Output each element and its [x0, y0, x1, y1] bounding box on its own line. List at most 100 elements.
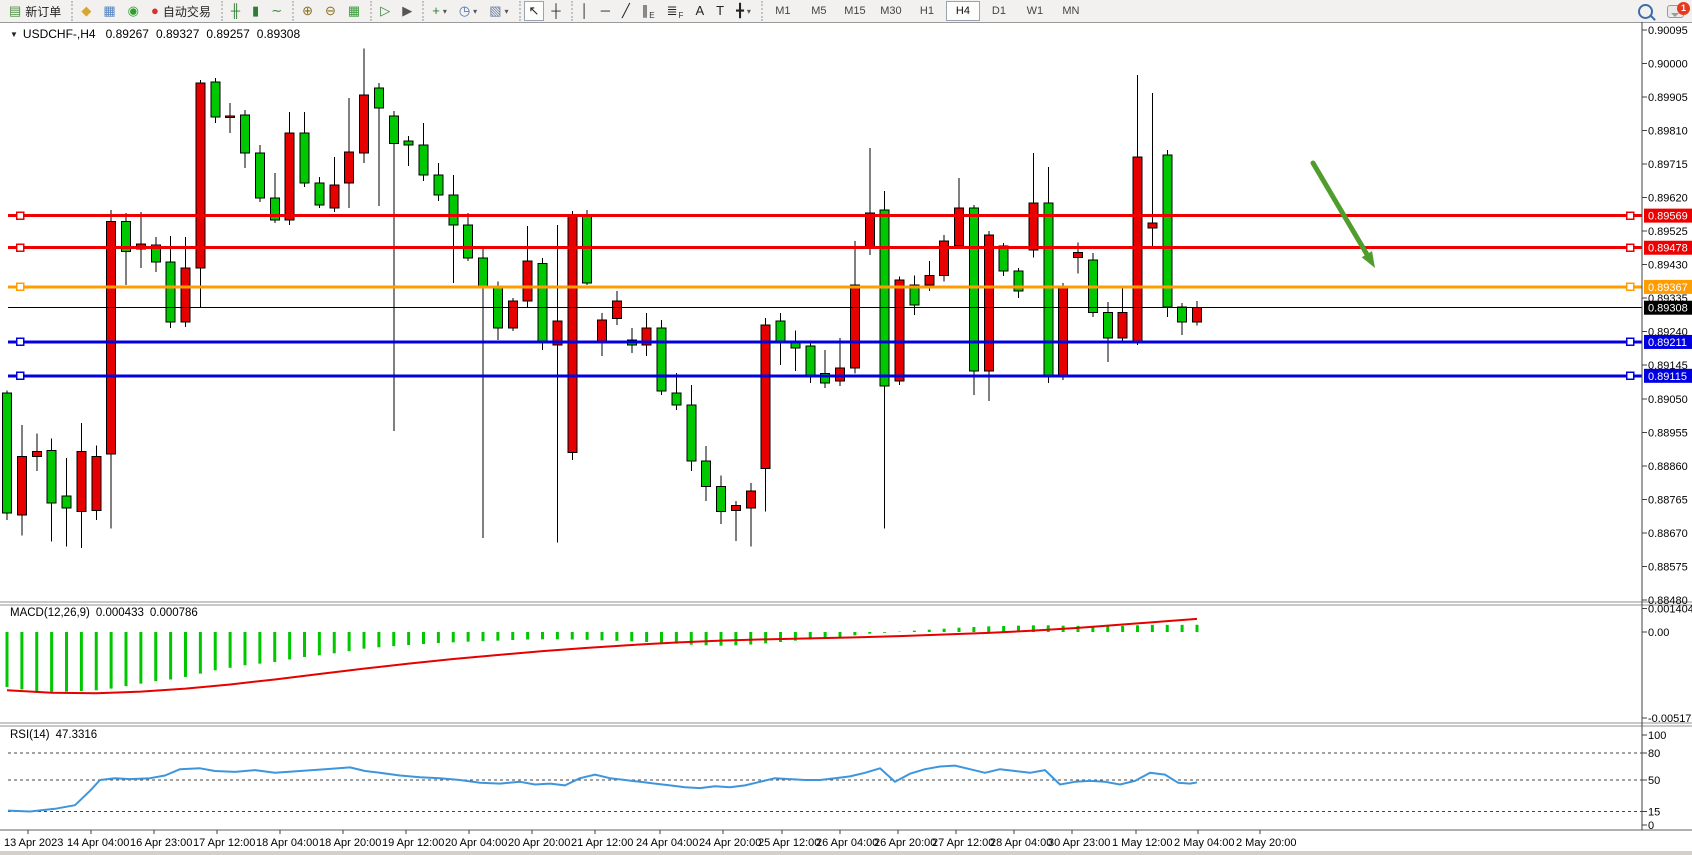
- mt4-terminal: ▤新订单◆▦◉●自动交易╫▮∼⊕⊖▦▷▶+▾◷▾▧▾↖┼│─╱∥E≣FAT╋▾M…: [0, 0, 1692, 855]
- time-tick-label: 17 Apr 12:00: [193, 837, 255, 849]
- tile-windows-icon: ▦: [348, 2, 360, 20]
- signals-button[interactable]: ◉: [123, 1, 144, 21]
- chevron-down-icon[interactable]: ▾: [504, 7, 508, 16]
- chart-menu-icon[interactable]: ▼: [10, 30, 18, 39]
- candlestick-button[interactable]: ▮: [247, 1, 264, 21]
- price-tick-label: 0.90095: [1648, 25, 1688, 37]
- indicators-button[interactable]: +▾: [427, 1, 452, 21]
- signals-icon: ◉: [128, 2, 139, 20]
- bar-chart-icon: ╫: [231, 2, 240, 20]
- autotrade-button[interactable]: ●自动交易: [146, 1, 216, 21]
- line-anchor[interactable]: [17, 372, 24, 379]
- macd-indicator-label: MACD(12,26,9)0.0004330.000786: [10, 607, 204, 619]
- trendline-button[interactable]: ╱: [617, 1, 635, 21]
- candle: [850, 285, 859, 368]
- line-anchor[interactable]: [17, 244, 24, 251]
- candle: [300, 133, 309, 183]
- candlestick-series: [3, 48, 1202, 548]
- tile-windows-button[interactable]: ▦: [343, 1, 365, 21]
- chevron-down-icon[interactable]: ▾: [747, 7, 751, 16]
- line-anchor[interactable]: [17, 283, 24, 290]
- toolbar-group-insert: +▾◷▾▧▾: [422, 1, 516, 21]
- toolbar-group-zoom: ⊕ ⊖ ▦: [292, 1, 368, 21]
- text-label-icon: T: [716, 2, 724, 20]
- zoom-out-button[interactable]: ⊖: [320, 1, 341, 21]
- line-anchor[interactable]: [17, 212, 24, 219]
- cursor-button[interactable]: ↖: [524, 1, 545, 21]
- candle: [687, 405, 696, 461]
- line-anchor[interactable]: [1627, 372, 1634, 379]
- arrows-button[interactable]: ╋▾: [731, 1, 756, 21]
- candle: [196, 83, 205, 268]
- chat-icon[interactable]: 1: [1667, 5, 1684, 18]
- chart-shift-button[interactable]: ▶: [397, 1, 417, 21]
- new-chart-button[interactable]: ▦: [98, 1, 120, 21]
- timeframe-m5[interactable]: M5: [802, 1, 836, 21]
- price-axis: 0.900950.900000.899050.898100.897150.896…: [1642, 25, 1692, 607]
- timeframe-mn[interactable]: MN: [1054, 1, 1088, 21]
- vertical-line-button[interactable]: │: [576, 1, 594, 21]
- candle: [464, 225, 473, 258]
- macd-tick-label: 0.001404: [1648, 604, 1692, 616]
- time-tick-label: 20 Apr 20:00: [508, 837, 570, 849]
- bar-chart-button[interactable]: ╫: [226, 1, 245, 21]
- timeframe-d1[interactable]: D1: [982, 1, 1016, 21]
- price-line-badge-label: 0.89211: [1648, 337, 1687, 349]
- candle: [107, 221, 116, 454]
- chevron-down-icon[interactable]: ▾: [473, 7, 477, 16]
- text-label-button[interactable]: T: [711, 1, 729, 21]
- candle: [1178, 307, 1187, 322]
- timeframe-w1[interactable]: W1: [1018, 1, 1052, 21]
- candle: [226, 116, 235, 118]
- candle: [1059, 287, 1068, 377]
- candle: [568, 215, 577, 452]
- candle: [389, 116, 398, 143]
- timeframe-h4[interactable]: H4: [946, 1, 980, 21]
- crosshair-button[interactable]: ┼: [546, 1, 565, 21]
- line-chart-button[interactable]: ∼: [266, 1, 287, 21]
- text-button[interactable]: A: [690, 1, 709, 21]
- candle: [865, 213, 874, 248]
- toolbar: ▤新订单◆▦◉●自动交易╫▮∼⊕⊖▦▷▶+▾◷▾▧▾↖┼│─╱∥E≣FAT╋▾M…: [0, 0, 1692, 23]
- chevron-down-icon[interactable]: ▾: [443, 7, 447, 16]
- channel-button[interactable]: ∥E: [637, 1, 660, 21]
- candle: [1148, 223, 1157, 228]
- zoom-in-button[interactable]: ⊕: [297, 1, 318, 21]
- timeframe-h1[interactable]: H1: [910, 1, 944, 21]
- zoom-in-icon: ⊕: [302, 2, 313, 20]
- timeframe-m15[interactable]: M15: [838, 1, 872, 21]
- search-icon[interactable]: [1638, 4, 1653, 19]
- styler-button[interactable]: ◆: [76, 1, 96, 21]
- line-anchor[interactable]: [1627, 212, 1634, 219]
- candle: [806, 346, 815, 375]
- periods-button[interactable]: ◷▾: [454, 1, 482, 21]
- fibonacci-button[interactable]: ≣F: [662, 1, 689, 21]
- line-anchor[interactable]: [1627, 338, 1634, 345]
- periods-icon: ◷: [459, 2, 470, 20]
- line-anchor[interactable]: [1627, 283, 1634, 290]
- toolbar-group-chart-type: ╫ ▮∼: [221, 1, 290, 21]
- candle: [345, 152, 354, 183]
- time-tick-label: 26 Apr 04:00: [816, 837, 878, 849]
- new-order-button[interactable]: ▤新订单: [4, 1, 66, 21]
- price-tick-label: 0.89715: [1648, 159, 1688, 171]
- styler-icon: ◆: [81, 2, 91, 20]
- toolbar-group-order: ▤新订单: [1, 1, 69, 21]
- candle: [315, 183, 324, 205]
- time-tick-label: 21 Apr 12:00: [571, 837, 633, 849]
- candle: [940, 241, 949, 275]
- timeframe-m1[interactable]: M1: [766, 1, 800, 21]
- scroll-to-end-button[interactable]: ▷: [375, 1, 395, 21]
- candle: [1074, 252, 1083, 257]
- line-anchor[interactable]: [1627, 244, 1634, 251]
- line-anchor[interactable]: [17, 338, 24, 345]
- macd-pane: 0.0014040.00-0.00517: [7, 604, 1692, 725]
- candle: [404, 141, 413, 145]
- timeframe-m30[interactable]: M30: [874, 1, 908, 21]
- time-tick-label: 27 Apr 12:00: [932, 837, 994, 849]
- candle: [419, 145, 428, 175]
- time-tick-label: 18 Apr 20:00: [319, 837, 381, 849]
- text-icon: A: [695, 2, 704, 20]
- horizontal-line-button[interactable]: ─: [596, 1, 615, 21]
- templates-button[interactable]: ▧▾: [484, 1, 513, 21]
